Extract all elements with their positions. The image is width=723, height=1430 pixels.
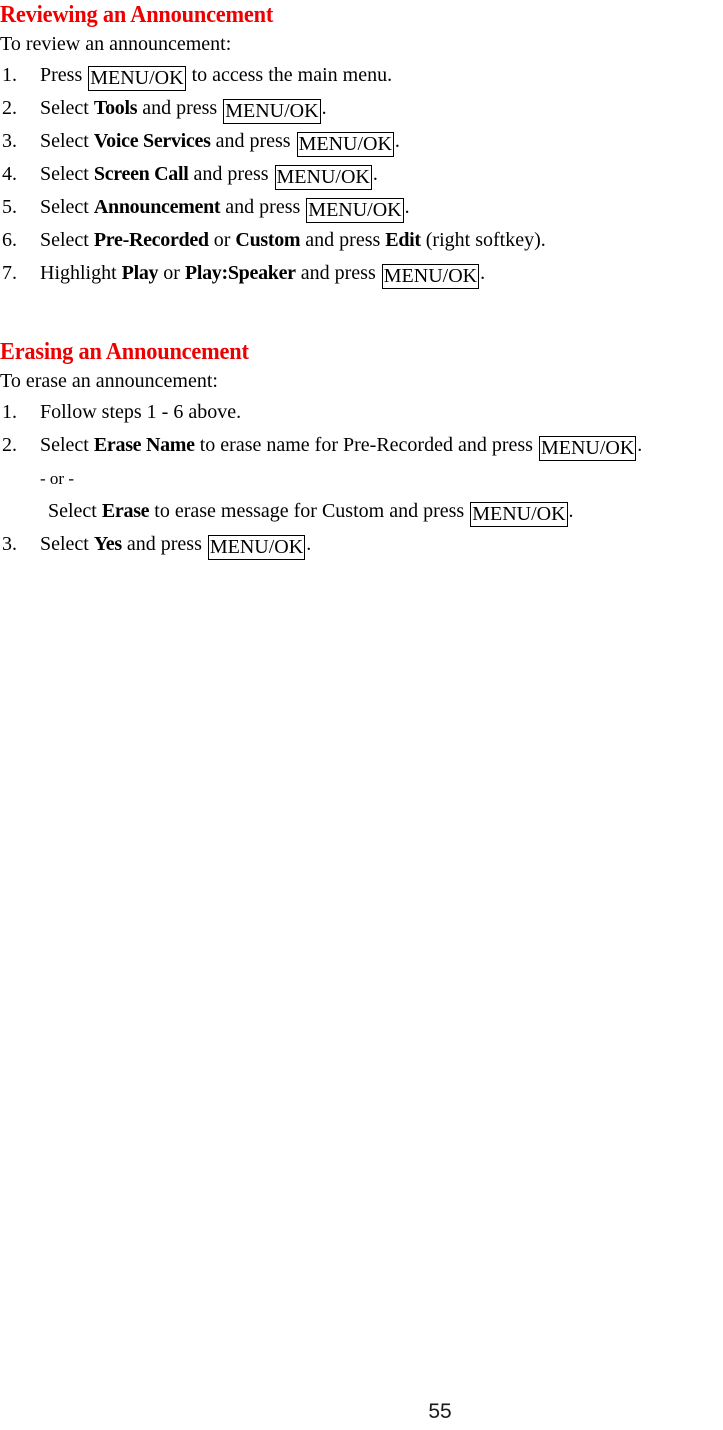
- text-run: - or -: [40, 469, 74, 488]
- alternative-separator: - or -: [40, 462, 74, 495]
- list-item-number: 4.: [2, 163, 17, 185]
- list-item-number: 3.: [2, 130, 17, 152]
- list-item: 5. Select Announcement and press MENU/OK.: [0, 191, 723, 224]
- page-number: 55: [428, 1400, 452, 1423]
- text-run: Press: [40, 64, 88, 86]
- list-item-number: 7.: [2, 262, 17, 284]
- list-item: 4. Select Screen Call and press MENU/OK.: [0, 158, 723, 191]
- text-run: and press: [210, 130, 296, 152]
- list-item-number: 5.: [2, 196, 17, 218]
- list-item: 3. Select Yes and press MENU/OK.: [0, 528, 723, 561]
- key-label-menu-ok: MENU/OK: [223, 99, 321, 124]
- text-run: and press: [295, 262, 381, 284]
- text-run: (right softkey).: [420, 229, 546, 251]
- emphasis-term: Tools: [93, 97, 138, 119]
- list-item-text: Select Pre-Recorded or Custom and press …: [40, 224, 546, 257]
- text-run: .: [321, 97, 327, 119]
- document-page: Reviewing an Announcement To review an an…: [0, 0, 723, 1430]
- text-run: and press: [121, 533, 207, 555]
- key-label-menu-ok: MENU/OK: [88, 66, 186, 91]
- text-run: .: [404, 196, 410, 218]
- key-label-menu-ok: MENU/OK: [306, 198, 404, 223]
- list-item-number: 2.: [2, 434, 17, 456]
- list-item: 2. Select Erase Name to erase name for Pr…: [0, 429, 723, 462]
- key-label-menu-ok: MENU/OK: [470, 502, 568, 527]
- emphasis-term: Erase: [101, 500, 150, 522]
- emphasis-term: Play:Speaker: [184, 262, 296, 284]
- text-run: and press: [137, 97, 223, 119]
- text-run: Select: [40, 130, 94, 152]
- text-run: Select: [40, 196, 94, 218]
- text-run: Select: [40, 97, 94, 119]
- list-item-number: 1.: [2, 401, 17, 423]
- emphasis-term: Voice Services: [93, 130, 211, 152]
- text-run: .: [568, 500, 574, 522]
- text-run: Select: [48, 500, 102, 522]
- list-item: 3. Select Voice Services and press MENU/O…: [0, 125, 723, 158]
- list-item-text: Select Announcement and press MENU/OK.: [40, 191, 410, 224]
- emphasis-term: Announcement: [93, 196, 221, 218]
- list-item-text: Follow steps 1 - 6 above.: [40, 396, 241, 429]
- key-label-menu-ok: MENU/OK: [207, 535, 306, 560]
- emphasis-term: Pre-Recorded: [93, 229, 209, 251]
- text-run: and press: [220, 196, 306, 218]
- emphasis-term: Yes: [93, 533, 122, 555]
- list-item: 2. Select Tools and press MENU/OK.: [0, 92, 723, 125]
- text-run: .: [637, 434, 643, 456]
- list-item-text: Select Voice Services and press MENU/OK.: [40, 125, 400, 158]
- key-label-menu-ok: MENU/OK: [381, 264, 480, 289]
- text-run: Select: [40, 163, 94, 185]
- text-run: .: [372, 163, 378, 185]
- key-label-menu-ok: MENU/OK: [538, 436, 637, 461]
- text-run: Select: [40, 229, 94, 251]
- list-item-continuation: Select Erase to erase message for Custom…: [0, 495, 723, 528]
- text-run: to erase message for Custom and press: [149, 500, 470, 522]
- text-run: Select: [40, 533, 94, 555]
- text-run: .: [480, 262, 486, 284]
- list-item: 1. Follow steps 1 - 6 above.: [0, 396, 723, 429]
- list-item-text: Select Tools and press MENU/OK.: [40, 92, 327, 125]
- list-item-number: 3.: [2, 533, 17, 555]
- emphasis-term: Edit: [385, 229, 421, 251]
- list-item-text: Select Erase Name to erase name for Pre-…: [40, 429, 642, 462]
- list-item-text: Select Screen Call and press MENU/OK.: [40, 158, 378, 191]
- text-run: and press: [300, 229, 386, 251]
- list-item-number: 2.: [2, 97, 17, 119]
- section-intro: To review an announcement:: [0, 33, 232, 55]
- section-heading: Reviewing an Announcement: [0, 2, 274, 28]
- key-label-menu-ok: MENU/OK: [296, 132, 394, 157]
- text-run: .: [394, 130, 400, 152]
- text-run: or: [208, 229, 236, 251]
- text-run: Follow steps 1 - 6 above.: [40, 401, 242, 423]
- list-item: 6. Select Pre-Recorded or Custom and pres…: [0, 224, 723, 257]
- continuation-text: Select Erase to erase message for Custom…: [48, 495, 574, 528]
- list-item-text: Press MENU/OK to access the main menu.: [40, 59, 392, 92]
- text-run: or: [158, 262, 185, 284]
- emphasis-term: Play: [121, 262, 159, 284]
- page-content: Reviewing an Announcement To review an an…: [0, 0, 723, 561]
- emphasis-term: Erase Name: [93, 434, 195, 456]
- text-run: to access the main menu.: [186, 64, 393, 86]
- emphasis-term: Custom: [235, 229, 301, 251]
- list-item-number: 1.: [2, 64, 17, 86]
- key-label-menu-ok: MENU/OK: [274, 165, 372, 190]
- list-item-text: Highlight Play or Play:Speaker and press…: [40, 257, 485, 290]
- list-item-text: Select Yes and press MENU/OK.: [40, 528, 311, 561]
- text-run: Select: [40, 434, 94, 456]
- list-item-continuation: - or -: [0, 462, 723, 495]
- section-intro: To erase an announcement:: [0, 370, 218, 392]
- list-item: 7. Highlight Play or Play:Speaker and pre…: [0, 257, 723, 290]
- emphasis-term: Screen Call: [93, 163, 189, 185]
- list-item-number: 6.: [2, 229, 17, 251]
- section-heading: Erasing an Announcement: [0, 339, 249, 365]
- text-run: to erase name for Pre-Recorded and press: [194, 434, 538, 456]
- text-run: .: [306, 533, 312, 555]
- list-item: 1. Press MENU/OK to access the main menu.: [0, 59, 723, 92]
- text-run: and press: [188, 163, 274, 185]
- text-run: Highlight: [40, 262, 122, 284]
